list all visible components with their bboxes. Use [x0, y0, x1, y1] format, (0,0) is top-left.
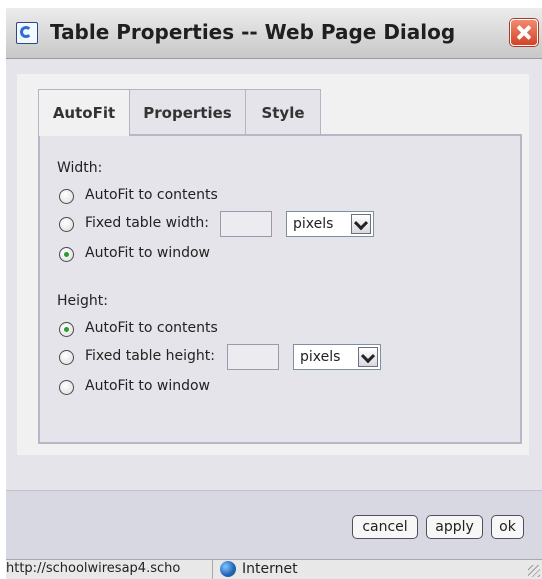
cancel-button[interactable]: cancel — [352, 515, 418, 539]
tab-style[interactable]: Style — [245, 89, 321, 135]
height-unit-value: pixels — [300, 349, 341, 365]
security-zone: Internet — [242, 561, 298, 577]
autofit-panel: Width: AutoFit to contents Fixed table w… — [38, 134, 522, 444]
status-bar: http://schoolwiresap4.scho Internet — [6, 559, 542, 579]
title-bar[interactable]: Table Properties -- Web Page Dialog — [6, 8, 542, 59]
button-bar: cancel apply ok — [6, 490, 542, 559]
tab-properties[interactable]: Properties — [129, 89, 246, 135]
height-fixed-label[interactable]: Fixed table height: — [85, 348, 215, 364]
dialog-window: Table Properties -- Web Page Dialog Auto… — [6, 8, 542, 579]
apply-button[interactable]: apply — [426, 515, 483, 539]
window-title: Table Properties -- Web Page Dialog — [50, 20, 456, 44]
width-unit-value: pixels — [293, 216, 334, 232]
resize-grip-icon[interactable] — [528, 565, 540, 577]
width-autofit-contents-label[interactable]: AutoFit to contents — [85, 187, 218, 203]
globe-icon — [220, 561, 236, 577]
height-autofit-window-radio[interactable] — [59, 380, 74, 395]
height-fixed-radio[interactable] — [59, 350, 74, 365]
width-unit-select[interactable]: pixels — [286, 211, 374, 237]
width-value-input[interactable] — [220, 211, 272, 237]
height-autofit-contents-label[interactable]: AutoFit to contents — [85, 320, 218, 336]
height-autofit-window-label[interactable]: AutoFit to window — [85, 378, 210, 394]
width-autofit-window-label[interactable]: AutoFit to window — [85, 245, 210, 261]
chevron-down-icon[interactable] — [358, 347, 378, 367]
width-fixed-radio[interactable] — [59, 217, 74, 232]
chevron-down-icon[interactable] — [351, 214, 371, 234]
width-autofit-window-radio[interactable] — [59, 247, 74, 262]
height-heading: Height: — [57, 293, 108, 309]
status-url: http://schoolwiresap4.scho — [6, 560, 213, 579]
height-unit-select[interactable]: pixels — [293, 344, 381, 370]
ie-page-icon — [16, 22, 38, 44]
width-heading: Width: — [57, 160, 103, 176]
close-button[interactable] — [510, 19, 538, 46]
ok-button[interactable]: ok — [491, 515, 524, 539]
dialog-content: AutoFit Properties Style Width: AutoFit … — [17, 74, 529, 455]
width-autofit-contents-radio[interactable] — [59, 189, 74, 204]
height-value-input[interactable] — [227, 344, 279, 370]
width-fixed-label[interactable]: Fixed table width: — [85, 215, 209, 231]
height-autofit-contents-radio[interactable] — [59, 322, 74, 337]
tab-autofit[interactable]: AutoFit — [38, 89, 130, 136]
